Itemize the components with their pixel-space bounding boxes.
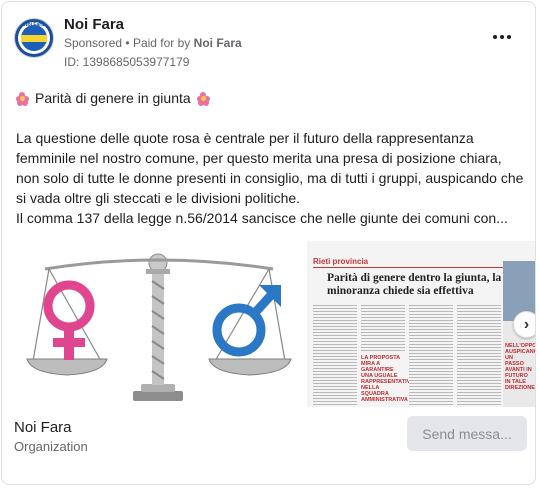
newspaper-section: Rieti provincia [313, 257, 529, 268]
sponsored-label: Sponsored [64, 36, 123, 50]
newspaper-callout: NELL'OPPOSIZIONE AUSPICANO UN PASSO AVAN… [505, 343, 535, 391]
cherry-blossom-icon [16, 91, 29, 106]
post-text-continued[interactable]: Il comma 137 della legge n.56/2014 sanci… [16, 208, 526, 228]
newspaper-clipping-image[interactable]: Rieti provincia Parità di genere dentro … [307, 241, 535, 407]
separator-dot: • [125, 36, 133, 50]
payer-name[interactable]: Noi Fara [194, 36, 242, 50]
avatar-band [21, 35, 47, 42]
chevron-right-icon[interactable]: › [513, 311, 535, 338]
media-carousel: Rieti provincia Parità di genere dentro … [2, 241, 535, 407]
footer-category: Organization [14, 439, 88, 454]
newspaper-column [361, 303, 405, 353]
sponsor-line: Sponsored • Paid for by Noi Fara [64, 36, 242, 50]
paid-for-label: Paid for by [132, 36, 191, 50]
post-title-line: Parità di genere in giunta [16, 88, 526, 108]
page-avatar[interactable]: Noi Fara [14, 18, 54, 58]
ad-id: ID: 1398685053977179 [64, 55, 190, 69]
post-title: Parità di genere in giunta [35, 90, 191, 106]
newspaper-headline: Parità di genere dentro la giunta, la mi… [327, 272, 502, 297]
newspaper-column [409, 303, 453, 407]
post-text: La questione delle quote rosa è centrale… [16, 130, 524, 206]
ad-footer: Noi Fara Organization Send messa... [2, 407, 535, 484]
newspaper-column [457, 303, 501, 407]
send-message-button[interactable]: Send messa... [407, 416, 527, 451]
post-body: Parità di genere in giunta La questione … [16, 88, 526, 228]
newspaper-column [313, 303, 357, 407]
page-name-link[interactable]: Noi Fara [64, 16, 124, 33]
post-header: Noi Fara Noi Fara Sponsored • Paid for b… [14, 14, 523, 74]
cherry-blossom-icon [196, 91, 210, 106]
more-options-icon[interactable] [493, 32, 513, 42]
footer-page-name[interactable]: Noi Fara [14, 419, 72, 436]
avatar-logo-text: Noi Fara [23, 22, 44, 28]
gender-scale-image[interactable] [15, 241, 300, 407]
newspaper-callout: LA PROPOSTA MIRA A GARANTIRE UNA UGUALE … [361, 355, 420, 403]
ad-card: Noi Fara Noi Fara Sponsored • Paid for b… [1, 1, 536, 485]
